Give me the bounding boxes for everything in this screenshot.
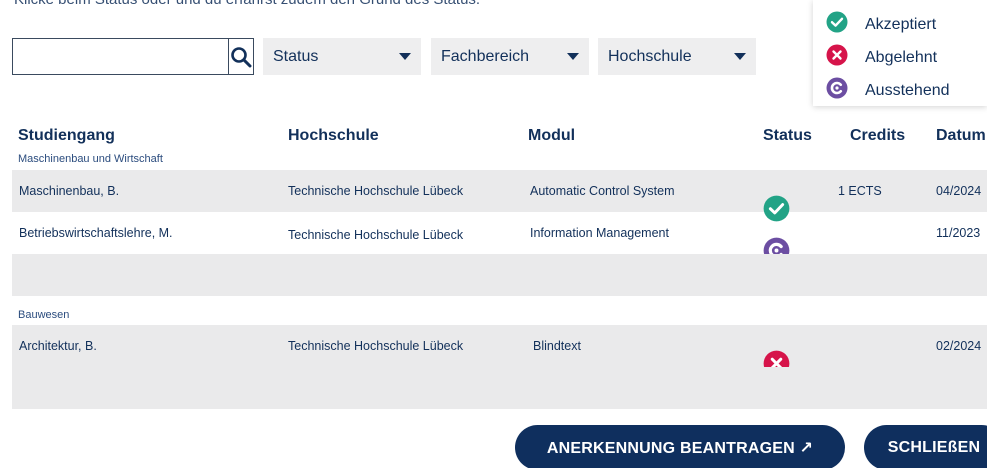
cell-studiengang: Betriebswirtschaftslehre, M. <box>19 226 173 240</box>
column-header-hochschule[interactable]: Hochschule <box>288 127 379 145</box>
hochschule-filter-label: Hochschule <box>608 47 692 65</box>
cell-hochschule: Technische Hochschule Lübeck <box>288 184 464 198</box>
cell-hochschule: Technische Hochschule Lübeck <box>288 339 464 353</box>
cell-modul: Information Management <box>530 226 669 240</box>
column-header-datum[interactable]: Datum <box>936 127 986 145</box>
chevron-down-icon <box>734 53 746 60</box>
legend-label: Akzeptiert <box>865 15 937 33</box>
cell-datum: 02/2024 <box>936 339 982 353</box>
table-row-empty <box>12 254 987 296</box>
status-legend: Akzeptiert Abgelehnt Ausstehend <box>813 0 987 106</box>
table-row-empty <box>12 367 987 409</box>
chevron-down-icon <box>399 53 411 60</box>
status-filter-label: Status <box>273 47 319 65</box>
hochschule-filter-dropdown[interactable]: Hochschule <box>598 38 756 75</box>
group-label: Maschinenbau und Wirtschaft <box>18 153 163 165</box>
cell-studiengang: Maschinenbau, B. <box>19 184 120 198</box>
table-row[interactable]: Maschinenbau, B. Technische Hochschule L… <box>12 170 987 222</box>
table-row[interactable]: Betriebswirtschaftslehre, M. Technische … <box>12 212 987 264</box>
cell-datum: 11/2023 <box>936 226 981 240</box>
column-header-status[interactable]: Status <box>763 127 812 145</box>
legend-label: Ausstehend <box>865 81 950 99</box>
fachbereich-filter-dropdown[interactable]: Fachbereich <box>431 38 589 75</box>
x-circle-icon <box>826 44 848 71</box>
search-input[interactable] <box>13 39 228 74</box>
cell-studiengang: Architektur, B. <box>19 339 97 353</box>
check-circle-icon <box>826 11 848 38</box>
pending-circle-icon <box>826 77 848 104</box>
search-icon <box>231 46 252 67</box>
legend-item-rejected: Abgelehnt <box>813 41 987 74</box>
cell-hochschule: Technische Hochschule Lübeck <box>288 227 464 242</box>
legend-item-accepted: Akzeptiert <box>813 8 987 41</box>
legend-item-pending: Ausstehend <box>813 74 987 107</box>
apply-recognition-button[interactable]: ANERKENNUNG BEANTRAGEN ↗ <box>515 425 845 468</box>
column-header-modul[interactable]: Modul <box>528 127 575 145</box>
search-box <box>12 38 254 75</box>
fachbereich-filter-label: Fachbereich <box>441 47 530 65</box>
status-filter-dropdown[interactable]: Status <box>263 38 421 75</box>
close-button[interactable]: SCHLIEßEN <box>864 425 987 468</box>
column-header-studiengang[interactable]: Studiengang <box>18 127 115 145</box>
column-header-credits[interactable]: Credits <box>850 127 905 145</box>
legend-label: Abgelehnt <box>865 48 938 66</box>
cell-modul: Blindtext <box>533 339 581 353</box>
group-label: Bauwesen <box>18 309 70 321</box>
search-button[interactable] <box>228 39 253 74</box>
table-row[interactable]: Architektur, B. Technische Hochschule Lü… <box>12 325 987 377</box>
cell-modul: Automatic Control System <box>530 184 675 198</box>
cell-datum: 04/2024 <box>936 184 982 198</box>
hint-text: Klicke beim Status oder und du erfährst … <box>14 0 480 8</box>
cell-credits: 1 ECTS <box>838 184 882 198</box>
chevron-down-icon <box>567 53 579 60</box>
